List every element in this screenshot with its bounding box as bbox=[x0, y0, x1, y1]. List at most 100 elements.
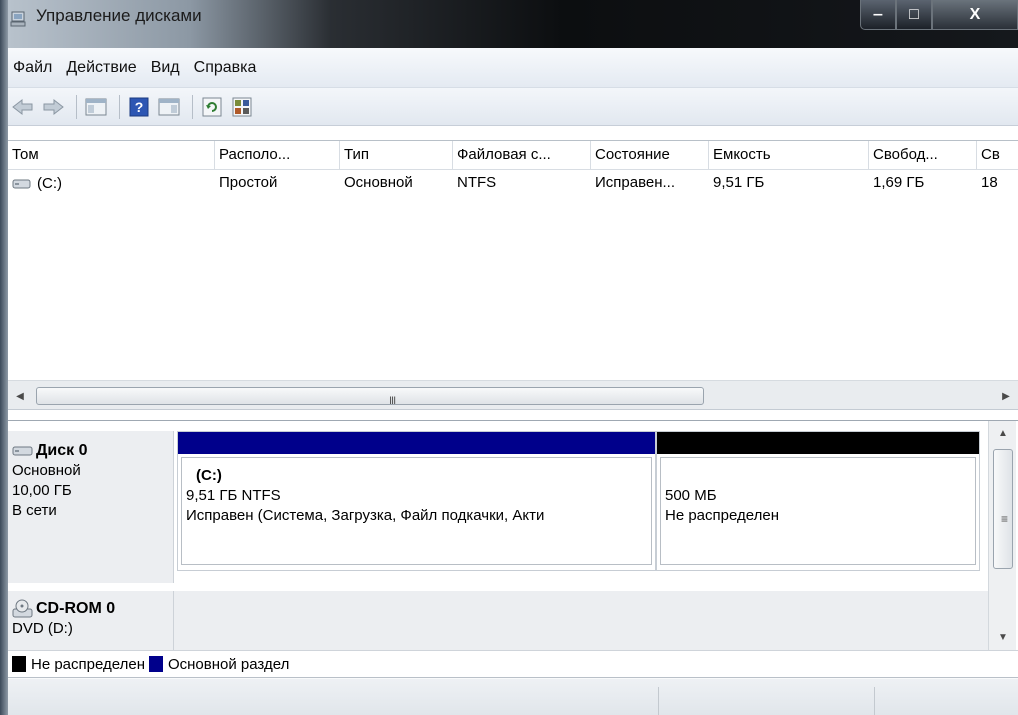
toolbar-separator bbox=[119, 94, 120, 119]
partition-c-size: 9,51 ГБ NTFS bbox=[186, 487, 281, 504]
volume-list: Том Располо... Тип Файловая с... Состоян… bbox=[8, 140, 1018, 378]
cell-filesystem: NTFS bbox=[457, 174, 497, 191]
partition-unallocated-status: Не распределен bbox=[665, 507, 779, 524]
forward-button[interactable] bbox=[40, 94, 66, 120]
scroll-left-button[interactable]: ◀ bbox=[8, 381, 32, 411]
refresh-button[interactable] bbox=[199, 94, 225, 120]
menu-view[interactable]: Вид bbox=[144, 59, 187, 77]
title-bar[interactable]: Управление дисками ‒ □ X bbox=[8, 0, 1018, 48]
column-header-volume[interactable]: Том bbox=[8, 141, 215, 170]
back-button[interactable] bbox=[10, 94, 36, 120]
scroll-down-button[interactable]: ▼ bbox=[989, 625, 1017, 649]
cdrom-0-name: CD-ROM 0 bbox=[36, 600, 116, 617]
help-icon: ? bbox=[129, 97, 149, 116]
partition-c-status: Исправен (Система, Загрузка, Файл подкач… bbox=[186, 507, 545, 524]
toolbar: ? bbox=[8, 88, 1018, 126]
legend-label-unallocated: Не распределен bbox=[31, 655, 145, 673]
volume-list-header: Том Располо... Тип Файловая с... Состоян… bbox=[8, 141, 1018, 170]
cell-free-space: 1,69 ГБ bbox=[873, 174, 925, 191]
column-header-type[interactable]: Тип bbox=[340, 141, 453, 170]
legend-swatch-primary bbox=[148, 656, 163, 672]
cell-volume-text: (C:) bbox=[37, 175, 62, 192]
cdrom-0-row[interactable]: CD-ROM 0 DVD (D:) bbox=[8, 591, 988, 651]
triangle-right-icon: ▶ bbox=[1002, 390, 1010, 402]
column-header-free-space[interactable]: Свобод... bbox=[869, 141, 977, 170]
horizontal-scrollbar[interactable]: ◀ III ▶ bbox=[8, 380, 1018, 410]
triangle-up-icon: ▲ bbox=[998, 427, 1008, 439]
console-tree-button[interactable] bbox=[83, 94, 109, 120]
scroll-up-button[interactable]: ▲ bbox=[989, 421, 1017, 445]
maximize-icon: □ bbox=[909, 5, 919, 23]
column-header-status[interactable]: Состояние bbox=[591, 141, 709, 170]
partition-unallocated-color-bar bbox=[657, 432, 979, 454]
menu-action[interactable]: Действие bbox=[59, 59, 143, 77]
toolbar-separator bbox=[192, 94, 193, 119]
partition-unallocated-body[interactable]: 500 МБ Не распределен bbox=[660, 457, 976, 565]
close-button[interactable]: X bbox=[932, 0, 1018, 30]
legend: Не распределен Основной раздел bbox=[8, 650, 1018, 678]
partition-c[interactable]: (C:) 9,51 ГБ NTFS Исправен (Система, Заг… bbox=[177, 431, 656, 571]
legend-swatch-unallocated bbox=[12, 656, 26, 672]
scroll-grip-icon: ≡ bbox=[1001, 512, 1009, 526]
legend-label-primary: Основной раздел bbox=[167, 655, 290, 673]
partition-c-label: (C:) bbox=[196, 467, 222, 484]
disk-0-type: Основной bbox=[12, 462, 81, 479]
maximize-button[interactable]: □ bbox=[896, 0, 932, 30]
partition-c-body[interactable]: (C:) 9,51 ГБ NTFS Исправен (Система, Заг… bbox=[181, 457, 652, 565]
column-header-filesystem[interactable]: Файловая с... bbox=[453, 141, 591, 170]
disk-0-size: 10,00 ГБ bbox=[12, 482, 72, 499]
back-arrow-icon bbox=[12, 98, 33, 115]
cell-volume: (C:) bbox=[8, 171, 215, 197]
action-pane-icon bbox=[158, 98, 180, 115]
action-pane-button[interactable] bbox=[156, 94, 182, 120]
cdrom-0-info[interactable]: CD-ROM 0 DVD (D:) bbox=[8, 591, 174, 651]
menu-bar: Файл Действие Вид Справка bbox=[8, 48, 1018, 88]
disk-management-app-icon bbox=[10, 11, 26, 27]
scroll-grip-icon: III bbox=[389, 395, 396, 407]
disk-0-row[interactable]: Диск 0 Основной 10,00 ГБ В сети (C:) 9,5… bbox=[8, 431, 988, 583]
disk-0-name: Диск 0 bbox=[36, 442, 88, 459]
disk-0-status: В сети bbox=[12, 502, 57, 519]
column-header-layout[interactable]: Располо... bbox=[215, 141, 340, 170]
cdrom-0-title: CD-ROM 0 bbox=[12, 599, 173, 619]
help-button[interactable]: ? bbox=[126, 94, 152, 120]
close-icon: X bbox=[969, 5, 981, 23]
table-row[interactable]: (C:) Простой Основной NTFS Исправен... 9… bbox=[8, 171, 1018, 197]
column-header-free-percent[interactable]: Св bbox=[977, 141, 1018, 170]
minimize-icon: ‒ bbox=[873, 5, 883, 23]
cell-type: Основной bbox=[344, 174, 413, 191]
refresh-icon bbox=[202, 97, 222, 116]
properties-icon bbox=[232, 97, 252, 116]
partition-c-color-bar bbox=[178, 432, 655, 454]
legend-item-unallocated: Не распределен bbox=[12, 656, 145, 673]
disk-0-info[interactable]: Диск 0 Основной 10,00 ГБ В сети bbox=[8, 431, 174, 583]
disk-0-title: Диск 0 bbox=[12, 441, 173, 461]
scroll-right-button[interactable]: ▶ bbox=[994, 381, 1018, 411]
menu-help[interactable]: Справка bbox=[187, 59, 264, 77]
window-title: Управление дисками bbox=[36, 6, 202, 25]
triangle-left-icon: ◀ bbox=[16, 390, 24, 402]
toolbar-separator bbox=[76, 94, 77, 119]
horizontal-scroll-thumb[interactable]: III bbox=[36, 387, 704, 407]
vertical-scroll-thumb[interactable]: ≡ bbox=[993, 449, 1013, 569]
partition-unallocated[interactable]: 500 МБ Не распределен bbox=[656, 431, 980, 571]
cell-status: Исправен... bbox=[595, 174, 676, 191]
console-tree-icon bbox=[85, 98, 107, 115]
cdrom-0-type: DVD (D:) bbox=[12, 620, 73, 637]
svg-text:?: ? bbox=[135, 99, 144, 115]
disk-graphical-view: Диск 0 Основной 10,00 ГБ В сети (C:) 9,5… bbox=[8, 420, 1018, 651]
cell-layout: Простой bbox=[219, 174, 278, 191]
window-left-border bbox=[0, 0, 8, 715]
menu-file[interactable]: Файл bbox=[8, 59, 59, 77]
column-header-capacity[interactable]: Емкость bbox=[709, 141, 869, 170]
volume-drive-icon bbox=[12, 179, 31, 189]
hard-disk-icon bbox=[12, 446, 33, 456]
vertical-scrollbar[interactable]: ▲ ≡ ▼ bbox=[988, 421, 1016, 651]
cdrom-0-media-area[interactable] bbox=[174, 591, 988, 651]
cdrom-drive-icon bbox=[12, 599, 33, 618]
minimize-button[interactable]: ‒ bbox=[860, 0, 896, 30]
triangle-down-icon: ▼ bbox=[998, 631, 1008, 643]
properties-button[interactable] bbox=[229, 94, 255, 120]
forward-arrow-icon bbox=[43, 98, 64, 115]
cell-free-percent: 18 bbox=[981, 174, 998, 191]
